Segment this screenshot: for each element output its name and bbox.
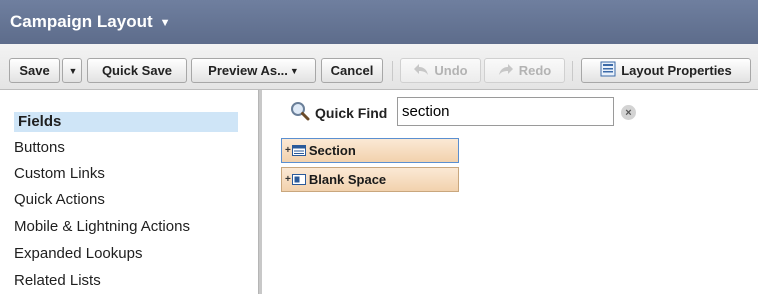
- redo-icon: [498, 62, 514, 79]
- preview-as-button[interactable]: Preview As... ▼: [191, 58, 316, 83]
- undo-label: Undo: [434, 63, 468, 78]
- redo-label: Redo: [518, 63, 552, 78]
- save-dropdown-button[interactable]: ▼: [62, 58, 82, 83]
- undo-icon: [413, 62, 429, 79]
- preview-as-label: Preview As...: [208, 63, 288, 78]
- dropdown-arrow-icon: ▼: [289, 65, 299, 76]
- palette-item-label: Blank Space: [308, 172, 387, 187]
- layout-properties-label: Layout Properties: [621, 63, 732, 78]
- quick-find-label: Quick Find: [315, 104, 388, 121]
- quick-save-label: Quick Save: [101, 63, 173, 78]
- toolbar: Save ▼ Quick Save Preview As... ▼ Cancel…: [0, 44, 758, 90]
- sidebar-item-expanded-lookups[interactable]: Expanded Lookups: [14, 244, 142, 264]
- palette-item-label: Section: [308, 143, 356, 158]
- sidebar-item-mobile-lightning-actions[interactable]: Mobile & Lightning Actions: [14, 217, 190, 237]
- layout-properties-icon: [600, 61, 616, 80]
- quick-find: Quick Find: [290, 101, 387, 124]
- blank-space-icon: +: [285, 174, 306, 185]
- chevron-down-icon[interactable]: ▼: [160, 17, 171, 29]
- palette-item-blank-space[interactable]: + Blank Space: [281, 167, 459, 192]
- cancel-button[interactable]: Cancel: [321, 58, 383, 83]
- save-button[interactable]: Save: [9, 58, 60, 83]
- sidebar-item-fields[interactable]: Fields: [14, 112, 238, 132]
- redo-button[interactable]: Redo: [484, 58, 565, 83]
- save-label: Save: [19, 63, 50, 78]
- layout-properties-button[interactable]: Layout Properties: [581, 58, 751, 83]
- search-icon: [290, 101, 310, 124]
- layout-title-bar[interactable]: Campaign Layout ▼: [0, 0, 758, 44]
- sidebar-item-buttons[interactable]: Buttons: [14, 138, 65, 158]
- sidebar-item-related-lists[interactable]: Related Lists: [14, 271, 101, 291]
- palette-item-section[interactable]: + Section: [281, 138, 459, 163]
- toolbar-separator: [572, 61, 573, 81]
- quick-find-input[interactable]: [397, 97, 614, 126]
- page-title: Campaign Layout: [10, 12, 153, 31]
- dropdown-arrow-icon: ▼: [68, 65, 78, 76]
- clear-search-icon[interactable]: ×: [621, 105, 636, 120]
- cancel-label: Cancel: [330, 63, 374, 78]
- toolbar-separator: [392, 61, 393, 81]
- section-icon: +: [285, 145, 306, 156]
- sidebar-item-quick-actions[interactable]: Quick Actions: [14, 190, 105, 210]
- quick-save-button[interactable]: Quick Save: [87, 58, 187, 83]
- undo-button[interactable]: Undo: [400, 58, 481, 83]
- sidebar-item-custom-links[interactable]: Custom Links: [14, 164, 105, 184]
